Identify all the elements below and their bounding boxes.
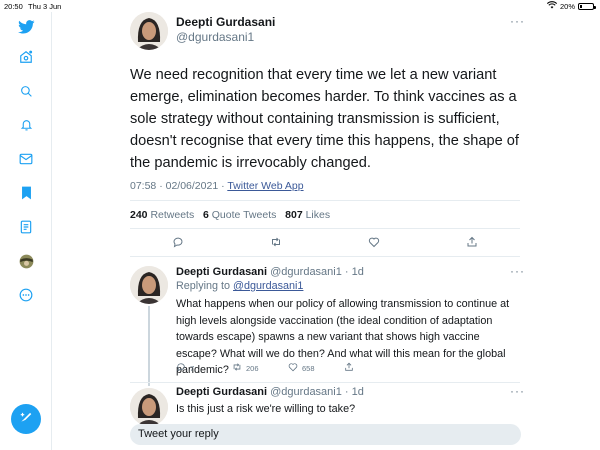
bookmark-icon[interactable] (17, 184, 35, 202)
divider (130, 256, 520, 257)
battery-percentage: 20% (559, 1, 575, 11)
reply-like-button[interactable]: 658 (288, 360, 315, 376)
tweet-timestamp[interactable]: 07:58 · 02/06/2021 · (130, 180, 225, 192)
status-time: 20:50 (4, 2, 23, 11)
retweet-icon (270, 236, 282, 250)
likes-stat[interactable]: 807 Likes (285, 209, 330, 221)
reply-text: Is this just a risk we're willing to tak… (176, 403, 356, 415)
retweet-count: 206 (246, 363, 259, 373)
like-button[interactable] (368, 235, 380, 251)
share-icon (466, 236, 478, 250)
reply-author-name[interactable]: Deepti Gurdasani (176, 386, 267, 398)
reply-more-button[interactable]: ··· (510, 384, 525, 398)
quote-tweets-count: 6 (203, 209, 209, 221)
reply-header: Deepti Gurdasani @dgurdasani1 · 1d (176, 266, 364, 278)
battery-icon (578, 2, 596, 10)
retweets-label: Retweets (150, 209, 195, 221)
lists-icon[interactable] (17, 218, 35, 236)
status-date: Thu 3 Jun (28, 2, 62, 11)
likes-count: 807 (285, 209, 303, 221)
tweet-action-bar (130, 235, 520, 253)
status-bar: 20:50 Thu 3 Jun 20% (0, 0, 600, 12)
retweets-stat[interactable]: 240 Retweets (130, 209, 194, 221)
reply-more-button[interactable]: ··· (510, 264, 525, 278)
compose-tweet-icon (19, 410, 33, 429)
divider (130, 200, 520, 201)
retweet-icon (232, 362, 242, 374)
tweet-detail-main: Deepti Gurdasani @dgurdasani1 ··· We nee… (52, 12, 600, 450)
notifications-bell-icon[interactable] (17, 116, 35, 134)
share-button[interactable] (466, 235, 478, 251)
like-count: 658 (302, 363, 315, 373)
wifi-icon (546, 1, 558, 11)
home-icon[interactable] (17, 48, 35, 66)
retweets-count: 240 (130, 209, 148, 221)
avatar[interactable] (130, 266, 168, 304)
replying-to-mention[interactable]: @dgurdasani1 (233, 280, 303, 292)
reply-retweet-button[interactable]: 206 (232, 360, 259, 376)
tweet-text: We need recognition that every time we l… (130, 67, 519, 171)
reply-author-handle-time[interactable]: @dgurdasani1 · 1d (270, 386, 364, 398)
reply-count: 7 (190, 363, 195, 373)
divider (130, 228, 520, 229)
reply-icon (176, 362, 186, 374)
compose-tweet-button[interactable] (11, 404, 41, 434)
tweet-meta: 07:58 · 02/06/2021 · Twitter Web App (130, 180, 304, 192)
quote-tweets-label: Quote Tweets (211, 209, 277, 221)
author-name[interactable]: Deepti Gurdasani (176, 15, 275, 29)
reply-author-name[interactable]: Deepti Gurdasani (176, 266, 267, 278)
reply-icon (172, 236, 184, 250)
heart-icon (368, 236, 380, 250)
divider (130, 382, 520, 383)
avatar[interactable] (130, 12, 168, 50)
reply-author-handle-time[interactable]: @dgurdasani1 · 1d (270, 266, 364, 278)
reply-button[interactable] (172, 235, 184, 251)
author-handle[interactable]: @dgurdasani1 (176, 30, 254, 44)
reply-share-button[interactable] (344, 360, 354, 376)
replying-to: Replying to @dgurdasani1 (176, 280, 303, 292)
reply-input[interactable]: Tweet your reply (130, 424, 521, 445)
tweet-source-link[interactable]: Twitter Web App (227, 180, 303, 192)
replying-to-prefix: Replying to (176, 280, 231, 292)
messages-envelope-icon[interactable] (17, 150, 35, 168)
likes-label: Likes (305, 209, 331, 221)
retweet-button[interactable] (270, 235, 282, 251)
reply-input-placeholder: Tweet your reply (138, 428, 219, 440)
status-right: 20% (546, 1, 596, 11)
heart-icon (288, 362, 298, 374)
profile-avatar-icon[interactable] (17, 252, 35, 270)
share-icon (344, 362, 354, 374)
search-icon[interactable] (17, 82, 35, 100)
quote-tweets-stat[interactable]: 6 Quote Tweets (203, 209, 276, 221)
avatar[interactable] (130, 388, 168, 426)
more-icon[interactable] (17, 286, 35, 304)
reply-reply-button[interactable]: 7 (176, 360, 194, 376)
sidebar-nav (0, 12, 52, 450)
twitter-bird-icon[interactable] (17, 18, 35, 36)
tweet-more-button[interactable]: ··· (510, 14, 525, 28)
reply-header: Deepti Gurdasani @dgurdasani1 · 1d (176, 386, 364, 398)
thread-line (148, 306, 150, 386)
tweet-stats: 240 Retweets 6 Quote Tweets 807 Likes (130, 209, 330, 221)
